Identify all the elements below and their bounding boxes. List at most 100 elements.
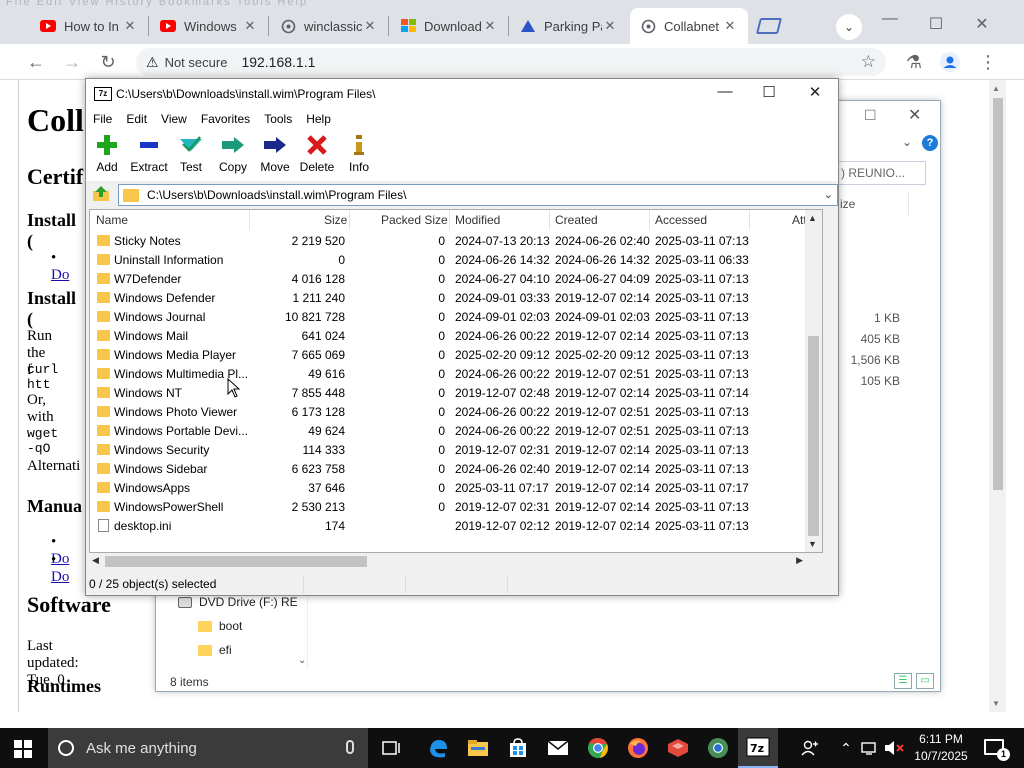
scroll-up-icon[interactable]: ▲ bbox=[992, 84, 1000, 93]
table-row[interactable]: Sticky Notes 2 219 520 0 2024-07-13 20:13 20… bbox=[90, 232, 822, 251]
table-row[interactable]: WindowsApps 37 646 0 2025-03-11 07:17 2019-1… bbox=[90, 479, 822, 498]
copy-button[interactable]: Copy bbox=[209, 132, 257, 174]
minimize-icon[interactable]: — bbox=[880, 10, 900, 28]
task-view-icon[interactable] bbox=[372, 728, 412, 768]
add-button[interactable]: Add bbox=[83, 132, 131, 174]
menu-favorites[interactable]: Favorites bbox=[194, 109, 257, 129]
column-header-accessed[interactable]: Accessed bbox=[655, 213, 707, 227]
ribbon-chevron-icon[interactable]: ⌄ bbox=[902, 135, 912, 149]
table-row[interactable]: Windows Mail 641 024 0 2024-06-26 00:22 2019… bbox=[90, 327, 822, 346]
new-tab-icon[interactable] bbox=[756, 18, 782, 34]
volume-muted-icon[interactable] bbox=[884, 728, 904, 768]
chevron-down-icon[interactable]: ⌄ bbox=[824, 188, 833, 201]
table-row[interactable]: Windows Security 114 333 0 2019-12-07 02:31… bbox=[90, 441, 822, 460]
scroll-right-icon[interactable]: ▶ bbox=[796, 555, 803, 566]
explorer-search-input[interactable]: ) REUNIO... bbox=[834, 161, 926, 185]
firefox-icon[interactable] bbox=[618, 728, 658, 768]
tab-winclassic[interactable]: winclassic ✕ bbox=[270, 8, 388, 44]
windows-start-icon[interactable] bbox=[14, 740, 32, 758]
list-scrollbar[interactable]: ▲ ▼ bbox=[805, 210, 822, 552]
column-header-size[interactable]: Size bbox=[324, 213, 347, 227]
menu-help[interactable]: Help bbox=[299, 109, 338, 129]
table-row[interactable]: Windows Media Player 7 665 069 0 2025-02-20… bbox=[90, 346, 822, 365]
delete-button[interactable]: Delete bbox=[293, 132, 341, 174]
help-icon[interactable]: ? bbox=[922, 135, 938, 151]
menu-tools[interactable]: Tools bbox=[257, 109, 299, 129]
back-icon[interactable]: ← bbox=[24, 50, 48, 74]
table-row[interactable]: Uninstall Information 0 0 2024-06-26 14:32 2… bbox=[90, 251, 822, 270]
extract-button[interactable]: Extract bbox=[125, 132, 173, 174]
chrome-alt-icon[interactable] bbox=[698, 728, 738, 768]
labs-flask-icon[interactable]: ⚗ bbox=[902, 50, 926, 74]
scroll-down-icon[interactable]: ▼ bbox=[808, 539, 817, 549]
column-header-name[interactable]: Name bbox=[96, 213, 128, 227]
scroll-up-icon[interactable]: ▲ bbox=[808, 213, 817, 223]
table-row[interactable]: WindowsPowerShell 2 530 213 0 2019-12-07 02… bbox=[90, 498, 822, 517]
move-button[interactable]: Move bbox=[251, 132, 299, 174]
nav-item-efi[interactable]: efi bbox=[198, 643, 232, 657]
tab-collabnet[interactable]: Collabnet ✕ bbox=[630, 8, 748, 44]
page-scrollbar[interactable]: ▲ ▼ bbox=[989, 80, 1006, 712]
tab-parking[interactable]: Parking Pa ✕ bbox=[510, 8, 628, 44]
column-header-modified[interactable]: Modified bbox=[455, 213, 500, 227]
close-tab-icon[interactable]: ✕ bbox=[602, 18, 618, 34]
menu-file[interactable]: File bbox=[86, 109, 119, 129]
store-icon[interactable] bbox=[498, 728, 538, 768]
table-row[interactable]: Windows Defender 1 211 240 0 2024-09-01 03:… bbox=[90, 289, 822, 308]
details-view-icon[interactable]: ☰ bbox=[894, 673, 912, 689]
security-label[interactable]: Not secure bbox=[165, 55, 228, 70]
nav-scroll-down-icon[interactable]: ⌄ bbox=[298, 655, 306, 666]
profile-avatar-icon[interactable] bbox=[938, 50, 962, 74]
nav-item-boot[interactable]: boot bbox=[198, 619, 242, 633]
tab-search-chevron-icon[interactable]: ⌄ bbox=[836, 14, 862, 40]
forward-icon[interactable]: → bbox=[60, 50, 84, 74]
chrome-icon[interactable] bbox=[578, 728, 618, 768]
up-folder-icon[interactable] bbox=[92, 186, 110, 202]
close-tab-icon[interactable]: ✕ bbox=[722, 18, 738, 34]
tab-how-to[interactable]: How to In ✕ bbox=[30, 8, 148, 44]
url-text[interactable]: 192.168.1.1 bbox=[241, 54, 315, 70]
close-window-icon[interactable]: ✕ bbox=[972, 14, 992, 34]
nav-item-dvd-drive[interactable]: DVD Drive (F:) RE bbox=[178, 595, 298, 609]
path-combobox[interactable]: C:\Users\b\Downloads\install.wim\Program… bbox=[118, 184, 838, 206]
close-icon[interactable]: ✕ bbox=[908, 105, 921, 125]
close-tab-icon[interactable]: ✕ bbox=[242, 18, 258, 34]
tab-windows[interactable]: Windows ✕ bbox=[150, 8, 268, 44]
maximize-icon[interactable]: ☐ bbox=[926, 14, 946, 34]
mail-icon[interactable] bbox=[538, 728, 578, 768]
close-tab-icon[interactable]: ✕ bbox=[362, 18, 378, 34]
app-icon[interactable] bbox=[658, 728, 698, 768]
test-button[interactable]: Test bbox=[167, 132, 215, 174]
download-link[interactable]: Do bbox=[51, 267, 69, 283]
column-header-packed-size[interactable]: Packed Size bbox=[381, 213, 448, 227]
scrollbar-thumb[interactable] bbox=[808, 336, 819, 536]
action-center-icon[interactable]: 1 bbox=[984, 739, 1010, 761]
large-icons-view-icon[interactable]: ▭ bbox=[916, 673, 934, 689]
table-row[interactable]: Windows Photo Viewer 6 173 128 0 2024-06-26… bbox=[90, 403, 822, 422]
table-row[interactable]: Windows Sidebar 6 623 758 0 2024-06-26 02:4… bbox=[90, 460, 822, 479]
close-tab-icon[interactable]: ✕ bbox=[482, 18, 498, 34]
reload-icon[interactable]: ↻ bbox=[96, 50, 120, 74]
path-text[interactable]: C:\Users\b\Downloads\install.wim\Program… bbox=[147, 188, 406, 202]
bookmark-star-icon[interactable]: ☆ bbox=[861, 52, 876, 72]
maximize-icon[interactable]: ☐ bbox=[754, 83, 784, 101]
scroll-left-icon[interactable]: ◀ bbox=[92, 555, 99, 566]
file-explorer-icon[interactable] bbox=[458, 728, 498, 768]
table-row[interactable]: desktop.ini 174 2019-12-07 02:12 2019-12-07… bbox=[90, 517, 822, 536]
close-icon[interactable]: ✕ bbox=[800, 83, 830, 101]
table-row[interactable]: Windows NT 7 855 448 0 2019-12-07 02:48 2019… bbox=[90, 384, 822, 403]
7zip-icon[interactable]: 7z bbox=[738, 728, 778, 768]
people-icon[interactable] bbox=[798, 728, 822, 768]
minimize-icon[interactable]: — bbox=[710, 83, 740, 100]
show-hidden-icons-chevron-icon[interactable]: ⌃ bbox=[836, 728, 856, 768]
scrollbar-thumb[interactable] bbox=[105, 556, 367, 567]
search-placeholder[interactable]: Ask me anything bbox=[86, 740, 197, 757]
info-button[interactable]: Info bbox=[335, 132, 383, 174]
scroll-down-icon[interactable]: ▼ bbox=[992, 699, 1000, 708]
table-row[interactable]: W7Defender 4 016 128 0 2024-06-27 04:10 2024… bbox=[90, 270, 822, 289]
table-row[interactable]: Windows Portable Devi... 49 624 0 2024-06-2… bbox=[90, 422, 822, 441]
clock[interactable]: 6:11 PM 10/7/2025 bbox=[906, 731, 976, 765]
tab-download[interactable]: Download ✕ bbox=[390, 8, 508, 44]
menu-edit[interactable]: Edit bbox=[119, 109, 154, 129]
maximize-icon[interactable]: ☐ bbox=[864, 107, 877, 124]
